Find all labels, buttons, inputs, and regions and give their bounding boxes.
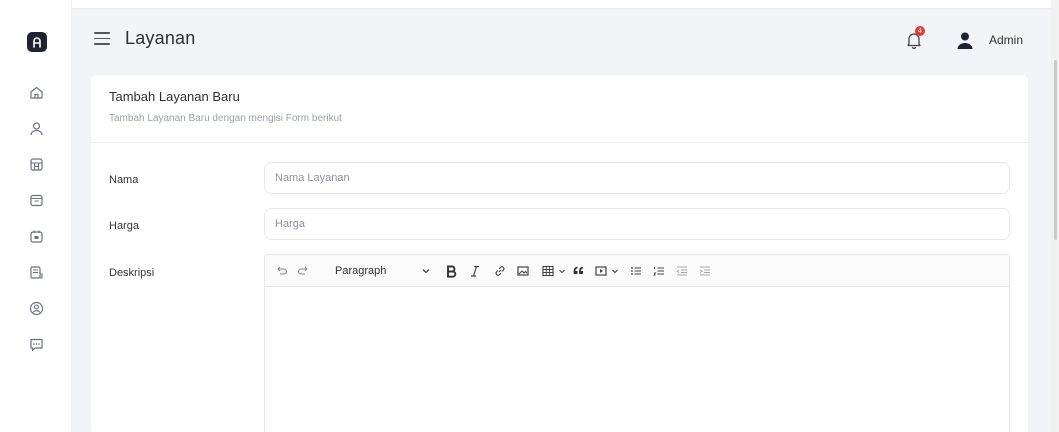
chat-icon (30, 338, 43, 352)
card-header: Tambah Layanan Baru Tambah Layanan Baru … (91, 75, 1028, 143)
sidebar-item-chat[interactable] (28, 336, 45, 353)
card-subtitle: Tambah Layanan Baru dengan mengisi Form … (109, 113, 342, 124)
bold-button[interactable] (444, 263, 458, 279)
editor-content-area[interactable] (265, 288, 1009, 432)
chevron-down-icon (422, 269, 430, 274)
image-icon (517, 266, 529, 276)
rich-text-editor: Paragraph (264, 254, 1010, 432)
user-name[interactable]: Admin (989, 33, 1023, 47)
top-header: Layanan 4 Admin (72, 8, 1059, 68)
card-title: Tambah Layanan Baru (109, 89, 240, 104)
logo-icon (33, 37, 41, 48)
media-icon (595, 266, 607, 276)
nama-label: Nama (109, 174, 139, 186)
quote-icon (573, 266, 584, 274)
chevron-down-icon (559, 269, 565, 274)
indent-icon (699, 266, 710, 276)
numbered-list-icon (653, 267, 664, 276)
redo-icon (297, 266, 308, 275)
user-avatar[interactable] (955, 30, 975, 50)
sidebar-item-calendar[interactable] (28, 228, 45, 245)
link-icon (495, 266, 505, 276)
image-button[interactable] (516, 263, 530, 279)
heading-select-value: Paragraph (335, 265, 387, 277)
table-button[interactable] (541, 263, 555, 279)
calendar-icon (30, 230, 43, 243)
harga-label: Harga (109, 220, 139, 232)
store-icon (30, 158, 43, 171)
home-icon (30, 86, 43, 99)
italic-icon (471, 265, 479, 277)
avatar-icon (957, 32, 973, 49)
outdent-icon (676, 266, 687, 276)
deskripsi-label: Deskripsi (109, 267, 155, 279)
undo-button[interactable] (274, 263, 288, 279)
sidebar (0, 0, 72, 432)
inbox-icon (30, 194, 43, 207)
account-circle-icon (29, 301, 44, 316)
nama-input[interactable] (264, 162, 1010, 194)
bold-icon (447, 265, 457, 278)
italic-button[interactable] (468, 263, 482, 279)
user-icon (30, 122, 43, 136)
outdent-button[interactable] (675, 263, 689, 279)
sidebar-item-users[interactable] (28, 120, 45, 137)
blockquote-button[interactable] (572, 263, 586, 279)
chevron-down-icon (612, 269, 618, 274)
harga-input[interactable] (264, 208, 1010, 240)
notification-button[interactable]: 4 (904, 26, 925, 50)
heading-select[interactable]: Paragraph (335, 263, 395, 279)
app-logo[interactable] (27, 32, 47, 52)
bulleted-list-button[interactable] (629, 263, 643, 279)
bulleted-list-icon (631, 267, 641, 275)
media-dropdown-button[interactable] (610, 263, 620, 279)
page-title: Layanan (125, 28, 196, 48)
sidebar-item-account[interactable] (28, 300, 45, 317)
indent-button[interactable] (698, 263, 712, 279)
notification-badge: 4 (915, 26, 925, 36)
sidebar-item-home[interactable] (28, 84, 45, 101)
receipt-icon (30, 266, 43, 279)
top-banner (72, 0, 1059, 8)
media-button[interactable] (594, 263, 608, 279)
editor-toolbar: Paragraph (265, 255, 1009, 287)
numbered-list-button[interactable] (652, 263, 666, 279)
link-button[interactable] (493, 263, 507, 279)
page-scrollbar-thumb[interactable] (1054, 60, 1057, 240)
undo-icon (277, 266, 288, 275)
menu-toggle-icon[interactable] (94, 32, 110, 46)
add-service-card: Tambah Layanan Baru Tambah Layanan Baru … (91, 75, 1028, 432)
sidebar-item-receipt[interactable] (28, 264, 45, 281)
table-icon (542, 265, 554, 277)
sidebar-item-inbox[interactable] (28, 192, 45, 209)
sidebar-item-store[interactable] (28, 156, 45, 173)
heading-dropdown-button[interactable] (420, 263, 432, 279)
redo-button[interactable] (297, 263, 311, 279)
table-dropdown-button[interactable] (557, 263, 567, 279)
